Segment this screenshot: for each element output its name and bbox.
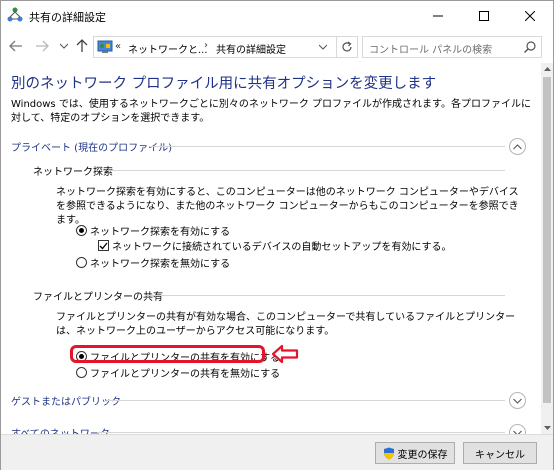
arrow-right-icon (36, 40, 49, 52)
network-discovery-on-option[interactable]: ネットワーク探索を有効にする (76, 223, 230, 238)
navigation-bar: « ネットワークと... › 共有の詳細設定 コントロール パネルの検索 (1, 31, 553, 63)
search-icon[interactable] (523, 40, 537, 54)
network-discovery-on-label: ネットワーク探索を有効にする (90, 227, 231, 238)
refresh-button[interactable] (336, 37, 356, 57)
breadcrumb-overflow[interactable]: « (115, 41, 121, 52)
breadcrumb-advanced-sharing[interactable]: 共有の詳細設定 (216, 41, 286, 56)
section-guest-title[interactable]: ゲストまたはパブリック (11, 393, 121, 408)
minimize-icon (433, 15, 443, 17)
control-panel-icon (97, 40, 113, 53)
radio-unselected[interactable] (76, 367, 87, 378)
arrow-up-icon (76, 39, 88, 52)
file-printer-sharing-description: ファイルとプリンターの共有が有効な場合、このコンピューターで共有しているファイル… (56, 312, 516, 337)
window-title: 共有の詳細設定 (29, 11, 106, 24)
forward-button[interactable] (33, 37, 51, 55)
network-discovery-title: ネットワーク探索 (33, 167, 113, 178)
network-discovery-description: ネットワーク探索を有効にすると、このコンピューターは他のネットワーク コンピュー… (56, 187, 519, 226)
close-icon (525, 11, 535, 21)
page-title: 別のネットワーク プロファイル用に共有オプションを変更します (11, 76, 437, 92)
footer-bar: 変更の保存 キャンセル (1, 434, 553, 470)
collapse-private-button[interactable] (509, 138, 526, 155)
caret-down-icon (543, 426, 551, 430)
search-input[interactable]: コントロール パネルの検索 (362, 36, 542, 58)
title-bar: 共有の詳細設定 (1, 1, 553, 31)
close-button[interactable] (507, 1, 553, 31)
scrollbar-thumb[interactable] (543, 77, 551, 403)
section-divider (107, 400, 505, 401)
vertical-scrollbar[interactable] (541, 63, 553, 434)
breadcrumb-separator[interactable]: › (204, 40, 208, 51)
section-private-title[interactable]: プライベート (現在のプロファイル) (11, 139, 172, 154)
arrow-left-annotation-icon (271, 344, 299, 364)
file-printer-sharing-off-label: ファイルとプリンターの共有を無効にする (90, 369, 281, 380)
chevron-down-icon (60, 43, 68, 49)
up-button[interactable] (73, 37, 91, 55)
expand-all-networks-button[interactable] (509, 424, 526, 434)
page-intro: Windows では、使用するネットワークごとに別々のネットワーク プロファイル… (11, 99, 531, 124)
subsection-divider (109, 170, 505, 171)
arrow-left-icon (9, 40, 22, 52)
save-changes-button[interactable]: 変更の保存 (375, 442, 455, 464)
expand-guest-button[interactable] (509, 392, 526, 409)
radio-selected[interactable] (76, 225, 87, 236)
refresh-icon (341, 41, 352, 52)
subsection-divider (145, 295, 505, 296)
advanced-sharing-settings-window: 共有の詳細設定 « ネットワークと... › 共有の詳細設定 コントロール パネ… (0, 0, 554, 470)
auto-setup-label: ネットワークに接続されているデバイスの自動セットアップを有効にする。 (112, 242, 452, 253)
breadcrumb-network-and-sharing[interactable]: ネットワークと... (128, 41, 208, 56)
radio-unselected[interactable] (76, 257, 87, 268)
save-changes-label: 変更の保存 (397, 449, 448, 461)
chevron-down-icon (513, 398, 522, 404)
file-printer-sharing-off-option[interactable]: ファイルとプリンターの共有を無効にする (76, 365, 280, 380)
chevron-up-icon (513, 143, 522, 149)
highlight-annotation-box (70, 345, 265, 363)
network-discovery-off-label: ネットワーク探索を無効にする (90, 259, 231, 270)
address-bar[interactable]: « ネットワークと... › 共有の詳細設定 (93, 36, 358, 58)
recent-locations-button[interactable] (55, 37, 73, 55)
settings-content: 別のネットワーク プロファイル用に共有オプションを変更します Windows で… (1, 63, 541, 434)
chevron-down-icon (319, 44, 327, 50)
caret-up-icon (543, 67, 551, 71)
auto-setup-checkbox[interactable] (98, 240, 109, 251)
auto-setup-option[interactable]: ネットワークに接続されているデバイスの自動セットアップを有効にする。 (98, 238, 452, 253)
cancel-button[interactable]: キャンセル (463, 442, 537, 464)
network-discovery-off-option[interactable]: ネットワーク探索を無効にする (76, 255, 230, 270)
scroll-down-button[interactable] (541, 422, 553, 434)
minimize-button[interactable] (415, 1, 461, 31)
checkmark-icon (99, 242, 108, 249)
section-divider (149, 146, 505, 147)
section-all-networks-title[interactable]: すべてのネットワーク (11, 425, 110, 434)
uac-shield-icon (383, 447, 394, 459)
scroll-up-button[interactable] (541, 63, 553, 75)
back-button[interactable] (7, 37, 25, 55)
cancel-label: キャンセル (475, 449, 525, 461)
maximize-button[interactable] (461, 1, 507, 31)
file-printer-sharing-title: ファイルとプリンターの共有 (33, 292, 163, 303)
address-dropdown-button[interactable] (316, 40, 330, 54)
network-app-icon (7, 7, 23, 22)
maximize-icon (479, 11, 489, 21)
search-placeholder: コントロール パネルの検索 (369, 45, 493, 56)
section-divider (97, 432, 505, 433)
